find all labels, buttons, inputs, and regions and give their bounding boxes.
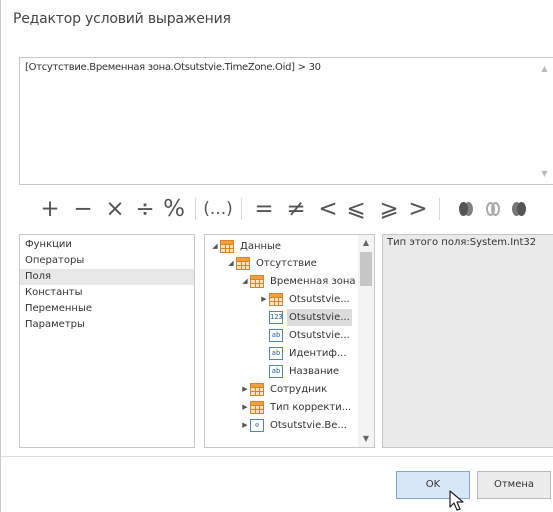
tree-node-label: Otsutstvie... [289,294,350,305]
less-button[interactable]: < [317,192,339,226]
category-item-parameters[interactable]: Параметры [20,317,194,333]
tree-node-label: Отсутствие [256,258,317,269]
window-title: Редактор условий выражения [13,11,231,27]
scroll-down-icon[interactable]: ▼ [540,169,549,178]
text-field-icon: ab [269,347,283,360]
expand-arrow-icon[interactable]: ◢ [211,238,219,255]
scrollbar-thumb[interactable] [360,252,372,286]
tree-node-label: Otsutstvie.Ве... [270,420,347,431]
footer-divider [1,456,553,457]
mouse-cursor-icon [449,490,464,511]
tree-node-otsutstvie-number[interactable]: 123 Otsutstvie... [260,309,360,326]
tree-node-label: Otsutstvie... [289,330,350,341]
plus-button[interactable]: + [39,192,61,226]
toolbar-separator [241,198,242,220]
tree-node-otsutstvie-date[interactable]: ▶ ⊙ Otsutstvie.Ве... [241,417,361,434]
text-field-icon: ab [269,365,283,378]
category-list[interactable]: Функции Операторы Поля Константы Перемен… [19,234,195,448]
tree-node-label: Сотрудник [270,384,328,395]
tree-node-data[interactable]: ◢ Данные [211,238,356,255]
collapse-arrow-icon[interactable]: ▶ [241,417,249,434]
greater-equal-button[interactable]: ⩾ [378,192,400,226]
tree-node-name[interactable]: ab Название [260,363,360,380]
tree-node-label: Идентиф... [289,348,347,359]
category-item-functions[interactable]: Функции [20,237,194,253]
or-icon[interactable] [486,202,500,216]
collapse-arrow-icon[interactable]: ▶ [241,381,249,398]
expression-text[interactable]: [Отсутствие.Временная зона.Otsutstvie.Ti… [25,62,321,73]
cancel-button[interactable]: Отмена [477,471,551,499]
divide-button[interactable]: ÷ [134,192,156,226]
multiply-button[interactable]: × [104,192,126,226]
date-field-icon: ⊙ [250,419,264,432]
category-item-constants[interactable]: Константы [20,285,194,301]
parentheses-button[interactable]: (...) [203,192,233,226]
tree-node-absence[interactable]: ◢ Отсутствие [227,255,357,272]
collapse-arrow-icon[interactable]: ▶ [241,399,249,416]
category-item-operators[interactable]: Операторы [20,253,194,269]
category-item-variables[interactable]: Переменные [20,301,194,317]
expand-arrow-icon[interactable]: ◢ [227,255,235,272]
text-field-icon: ab [269,329,283,342]
collapse-arrow-icon[interactable]: ▶ [260,291,268,308]
toolbar-separator [439,198,440,220]
table-icon [250,383,264,396]
table-icon [236,257,250,270]
tree-node-label: Тип корректи... [270,402,352,413]
table-icon [250,275,264,288]
tree-node-label: Название [289,366,340,377]
description-panel: Тип этого поля:System.Int32 [382,234,553,448]
tree-node-employee[interactable]: ▶ Сотрудник [241,381,361,398]
tree-node-otsutstvie-table[interactable]: ▶ Otsutstvie... [260,291,360,308]
expression-input[interactable]: [Отсутствие.Временная зона.Otsutstvie.Ti… [19,57,553,185]
table-icon [269,293,283,306]
table-icon [250,401,264,414]
tree-node-label: Временная зона [270,276,356,287]
field-tree[interactable]: ◢ Данные ◢ Отсутствие ◢ Временная зона ▶… [204,234,375,448]
category-item-fields[interactable]: Поля [20,269,194,285]
minus-button[interactable]: − [72,192,94,226]
scroll-up-icon[interactable]: ▲ [540,64,549,73]
expression-scrollbar[interactable]: ▲ ▼ [536,58,553,184]
tree-node-otsutstvie-text[interactable]: ab Otsutstvie... [260,327,360,344]
and-icon[interactable] [459,202,473,216]
scroll-down-icon[interactable]: ▼ [361,434,371,444]
tree-node-identifier[interactable]: ab Идентиф... [260,345,360,362]
scroll-up-icon[interactable]: ▲ [361,238,371,248]
modulo-button[interactable]: % [162,192,186,226]
not-icon[interactable] [512,202,526,216]
equal-button[interactable]: = [253,192,275,226]
tree-node-label: Данные [240,241,282,252]
tree-scrollbar[interactable]: ▲ ▼ [358,235,374,447]
number-field-icon: 123 [269,311,283,324]
tree-node-timezone[interactable]: ◢ Временная зона [241,273,361,290]
tree-node-label: Otsutstvie... [287,309,352,326]
not-equal-button[interactable]: ≠ [285,192,307,226]
table-icon [220,240,234,253]
expression-editor-window: Редактор условий выражения [Отсутствие.В… [0,0,553,512]
expand-arrow-icon[interactable]: ◢ [241,273,249,290]
tree-node-correction-type[interactable]: ▶ Тип корректи... [241,399,361,416]
less-equal-button[interactable]: ⩽ [345,192,367,226]
field-type-description: Тип этого поля:System.Int32 [387,237,537,248]
toolbar-separator [195,198,196,220]
operator-toolbar: + − × ÷ % (...) = ≠ < ⩽ ⩾ > [39,192,551,226]
greater-button[interactable]: > [407,192,429,226]
